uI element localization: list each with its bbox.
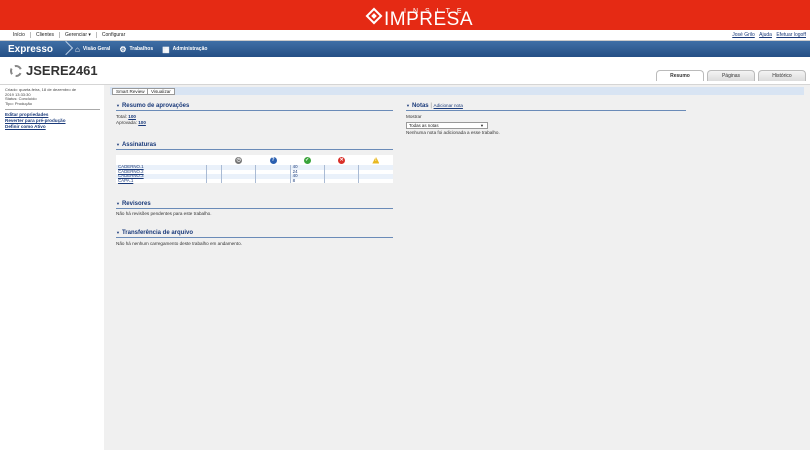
main-content: Smart Review Visualizar ▼ Resumo de aprov… (104, 85, 810, 450)
user-links: José Grilo Ajuda Efetuar logoff (729, 32, 806, 38)
tab-resumo[interactable]: Resumo (656, 70, 704, 81)
rejected-x-icon: ✕ (338, 156, 346, 164)
visualizar-button[interactable]: Visualizar (147, 88, 175, 95)
sidebar-divider (5, 109, 100, 111)
signatures-table: ◷ ? ✓ ✕ ! CADERNO.1 40 CADERNO.2 24 CADE (116, 155, 393, 183)
signatures-section: ▼ Assinaturas (116, 142, 393, 150)
menu-gerenciar[interactable]: Gerenciar ▾ (60, 32, 97, 38)
signatures-header-row: ◷ ? ✓ ✕ ! (116, 155, 393, 165)
nav-jobs[interactable]: ⚙ Trabalhos (119, 45, 153, 54)
job-header: JSERE2461 Resumo Páginas Histórico (0, 57, 810, 85)
reviewers-empty-text: Não há revisões pendentes para este trab… (116, 211, 212, 216)
logoff-link[interactable]: Efetuar logoff (776, 32, 806, 38)
collapse-triangle-icon[interactable]: ▼ (406, 103, 410, 108)
approved-value-link[interactable]: 100 (138, 120, 146, 125)
header-question-cell: ? (255, 155, 291, 165)
transfer-heading[interactable]: ▼ Transferência de arquivo (116, 230, 393, 238)
job-status-icon (10, 65, 22, 77)
clock-icon: ◷ (235, 156, 243, 164)
reviewers-section: ▼ Revisores Não há revisões pendentes par… (116, 201, 393, 217)
question-icon: ? (269, 156, 277, 164)
home-icon: ⌂ (75, 44, 80, 54)
collapse-triangle-icon: ▼ (116, 230, 120, 235)
brand-name: INSITE IMPRESA (384, 8, 473, 29)
approved-check-icon: ✓ (303, 156, 311, 164)
app-nav-bar: Expresso ⌂ Visão Geral ⚙ Trabalhos ▦ Adm… (0, 41, 810, 57)
transfer-heading-text: Transferência de arquivo (121, 230, 193, 236)
nav-admin-label: Administração (172, 46, 208, 52)
brand-logo: INSITE IMPRESA (365, 4, 473, 29)
help-link[interactable]: Ajuda (759, 32, 772, 38)
cell-approved-count: 8 (289, 178, 325, 183)
signatures-heading[interactable]: ▼ Assinaturas (116, 142, 393, 150)
reviewers-heading-text: Revisores (121, 201, 151, 207)
transfer-section: ▼ Transferência de arquivo Não há nenhum … (116, 230, 393, 247)
header-rejected-cell: ✕ (324, 155, 359, 165)
menu-clientes[interactable]: Clientes (31, 32, 61, 38)
total-label: Total: (116, 114, 127, 119)
header-clock-cell: ◷ (221, 155, 256, 165)
notes-heading: ▼ Notas | Adicionar nota (406, 103, 686, 111)
chevron-right-icon (61, 41, 71, 57)
nav-jobs-label: Trabalhos (129, 46, 154, 52)
admin-icon: ▦ (162, 44, 170, 54)
approved-label: Aprovada: (116, 120, 137, 125)
signature-name-link[interactable]: CAPA.1 (116, 178, 206, 184)
toolbar: Smart Review Visualizar (110, 87, 804, 95)
signatures-heading-text: Assinaturas (121, 142, 157, 148)
add-note-link[interactable]: Adicionar nota (434, 103, 463, 108)
job-tabs: Resumo Páginas Histórico (653, 70, 806, 81)
total-value-link[interactable]: 100 (128, 114, 136, 119)
smart-review-button[interactable]: Smart Review (112, 88, 149, 95)
menu-configurar[interactable]: Configurar (97, 32, 130, 38)
nav-admin[interactable]: ▦ Administração (162, 45, 207, 54)
notes-filter-select[interactable]: Todas as notas ▼ (406, 122, 488, 129)
cell-empty (255, 178, 291, 183)
warning-icon: ! (372, 156, 380, 164)
cell-empty (221, 178, 256, 183)
tab-paginas[interactable]: Páginas (707, 70, 755, 81)
top-menu: Início Clientes Gerenciar ▾ Configurar (0, 30, 810, 41)
collapse-triangle-icon: ▼ (116, 201, 120, 206)
collapse-triangle-icon: ▼ (116, 103, 120, 108)
brand-bar: INSITE IMPRESA (0, 0, 810, 30)
cell-empty (358, 178, 393, 183)
notes-section: ▼ Notas | Adicionar nota Mostrar (406, 103, 686, 120)
set-active-link[interactable]: Definir como Ativo (5, 124, 104, 130)
job-title: JSERE2461 (26, 63, 98, 78)
job-type: Tipo: Produção (5, 100, 32, 106)
dropdown-arrow-icon: ▼ (480, 123, 484, 128)
approvals-heading[interactable]: ▼ Resumo de aprovações (116, 103, 393, 111)
app-name: Expresso (8, 43, 54, 55)
transfer-empty-text: Não há nenhum carregamento deste trabalh… (116, 241, 242, 246)
approvals-section: ▼ Resumo de aprovações Total: 100 Aprovad… (116, 103, 393, 126)
brand-diamond-icon (365, 7, 383, 25)
tab-historico[interactable]: Histórico (758, 70, 806, 81)
header-warning-cell: ! (358, 155, 393, 165)
job-sidebar: Criado: quarta-feira, 18 de dezembro de … (0, 85, 104, 450)
approvals-heading-text: Resumo de aprovações (121, 103, 190, 109)
cell-empty (323, 178, 359, 183)
notes-empty-text: Nenhuma nota foi adicionada a esse traba… (406, 130, 500, 135)
reviewers-heading[interactable]: ▼ Revisores (116, 201, 393, 209)
nav-overview[interactable]: ⌂ Visão Geral (75, 45, 110, 54)
cell-empty (205, 178, 222, 183)
collapse-triangle-icon: ▼ (116, 142, 120, 147)
notes-filter-value: Todas as notas (409, 123, 439, 128)
notes-heading-text[interactable]: Notas (412, 103, 429, 109)
table-row: CAPA.1 8 (116, 178, 393, 184)
notes-show-label: Mostrar (406, 114, 422, 119)
nav-overview-label: Visão Geral (82, 46, 111, 52)
signature-link[interactable]: CAPA.1 (118, 178, 133, 183)
gear-icon: ⚙ (119, 44, 127, 54)
menu-inicio[interactable]: Início (8, 32, 31, 38)
user-name-link[interactable]: José Grilo (732, 32, 755, 38)
brand-tagline: INSITE (404, 8, 469, 15)
header-pending-cell (206, 155, 222, 165)
approvals-approved: Aprovada: 100 (116, 120, 393, 126)
